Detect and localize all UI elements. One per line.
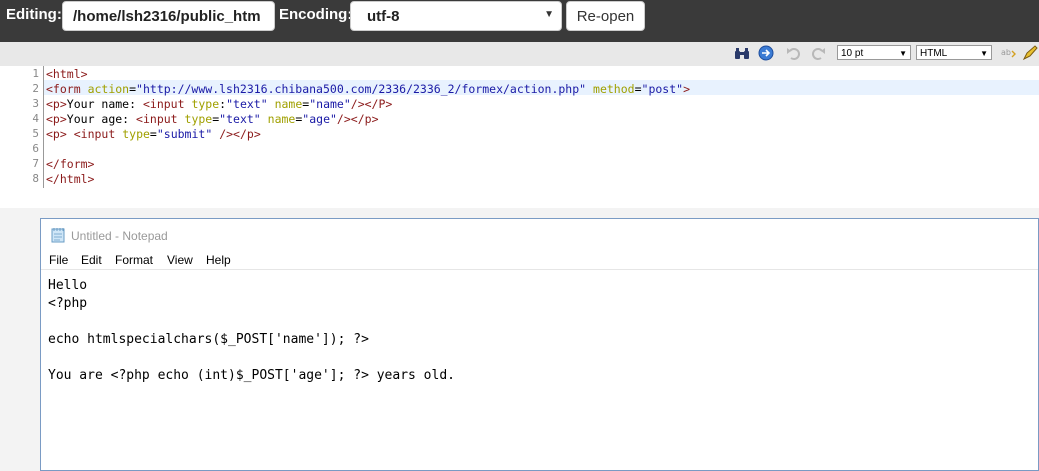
line-number: 7 xyxy=(32,157,39,170)
goto-line-icon[interactable] xyxy=(758,45,774,61)
file-path-input[interactable]: /home/lsh2316/public_htm xyxy=(62,1,275,31)
menu-file[interactable]: File xyxy=(49,253,68,267)
encoding-select[interactable]: utf-8 ▼ xyxy=(350,1,562,31)
text-line: <?php xyxy=(48,296,88,311)
line-number: 5 xyxy=(32,127,39,140)
font-size-select[interactable]: 10 pt ▼ xyxy=(837,45,911,60)
reopen-button[interactable]: Re-open xyxy=(566,1,645,31)
menu-format[interactable]: Format xyxy=(115,253,153,267)
code-line: <p>Your name: <input type:"text" name="n… xyxy=(46,97,393,111)
code-line: <html> xyxy=(46,67,88,81)
notepad-title: Untitled - Notepad xyxy=(71,229,168,243)
encoding-label: Encoding: xyxy=(279,6,353,23)
syntax-value: HTML xyxy=(920,48,948,59)
notepad-title-bar[interactable]: Untitled - Notepad xyxy=(41,219,1038,251)
editing-label: Editing: xyxy=(6,6,62,23)
notepad-window[interactable]: Untitled - Notepad File Edit Format View… xyxy=(40,218,1039,471)
code-line: <form action="http://www.lsh2316.chibana… xyxy=(46,82,690,96)
chevron-down-icon: ▼ xyxy=(980,49,988,58)
syntax-select[interactable]: HTML ▼ xyxy=(916,45,992,60)
text-line: You are <?php echo (int)$_POST['age']; ?… xyxy=(48,368,455,383)
word-wrap-icon[interactable]: ab xyxy=(1001,45,1017,61)
code-line: </form> xyxy=(46,157,95,171)
line-number: 4 xyxy=(32,112,39,125)
line-number: 6 xyxy=(32,142,39,155)
text-line: Hello xyxy=(48,278,88,293)
editor-header: Editing: /home/lsh2316/public_htm Encodi… xyxy=(0,0,1039,42)
chevron-down-icon: ▼ xyxy=(544,9,554,20)
notepad-menu-bar: File Edit Format View Help xyxy=(41,251,1038,270)
chevron-down-icon: ▼ xyxy=(899,49,907,58)
line-number: 2 xyxy=(32,82,39,95)
notepad-text-area[interactable]: Hello <?php echo htmlspecialchars($_POST… xyxy=(48,277,455,385)
menu-help[interactable]: Help xyxy=(206,253,231,267)
text-line xyxy=(48,313,455,331)
text-line xyxy=(48,349,455,367)
encoding-value: utf-8 xyxy=(367,8,400,25)
highlight-icon[interactable] xyxy=(1022,45,1038,61)
font-size-value: 10 pt xyxy=(841,48,864,59)
line-number: 3 xyxy=(32,97,39,110)
code-editor[interactable]: 1 2 3 4 5 6 7 8 <html> <form action="htt… xyxy=(0,66,1039,208)
menu-edit[interactable]: Edit xyxy=(81,253,102,267)
redo-icon[interactable] xyxy=(810,45,826,61)
code-line: </html> xyxy=(46,172,95,186)
text-line: echo htmlspecialchars($_POST['name']); ?… xyxy=(48,332,369,347)
binoculars-icon[interactable] xyxy=(734,45,750,61)
line-number-gutter: 1 2 3 4 5 6 7 8 xyxy=(0,66,44,188)
editor-toolbar: 10 pt ▼ HTML ▼ ab xyxy=(0,42,1039,67)
code-line: <p> <input type="submit" /></p> xyxy=(46,127,261,141)
svg-text:ab: ab xyxy=(1001,48,1011,57)
menu-view[interactable]: View xyxy=(167,253,193,267)
line-number: 1 xyxy=(32,67,39,80)
line-number: 8 xyxy=(32,172,39,185)
code-line: <p>Your age: <input type="text" name="ag… xyxy=(46,112,379,126)
undo-icon[interactable] xyxy=(786,45,802,61)
notepad-icon xyxy=(51,228,65,243)
